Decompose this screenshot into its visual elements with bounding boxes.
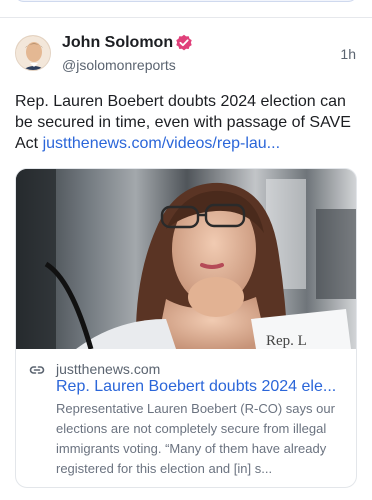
card-title[interactable]: Rep. Lauren Boebert doubts 2024 ele... bbox=[56, 377, 348, 397]
link-icon bbox=[29, 362, 45, 378]
card-domain: justthenews.com bbox=[56, 361, 161, 377]
verified-badge-icon bbox=[175, 34, 193, 52]
post-link[interactable]: justthenews.com/videos/rep-lau... bbox=[43, 135, 280, 152]
svg-text:Rep. L: Rep. L bbox=[266, 333, 307, 349]
previous-post-pill bbox=[14, 0, 358, 2]
previous-post-edge bbox=[0, 0, 372, 18]
post[interactable]: John Solomon @jsolomonreports 1h Rep. La… bbox=[0, 18, 372, 500]
card-description: Representative Lauren Boebert (R-CO) say… bbox=[56, 401, 335, 476]
card-image[interactable]: Rep. L bbox=[16, 169, 356, 349]
author-name[interactable]: John Solomon bbox=[62, 34, 173, 52]
link-preview-card[interactable]: Rep. L justthenews.com Rep. Lauren Boebe… bbox=[15, 168, 357, 488]
avatar[interactable] bbox=[15, 35, 51, 71]
author-handle[interactable]: @jsolomonreports bbox=[62, 57, 176, 73]
timestamp[interactable]: 1h bbox=[340, 46, 356, 62]
post-text: Rep. Lauren Boebert doubts 2024 election… bbox=[15, 91, 360, 154]
